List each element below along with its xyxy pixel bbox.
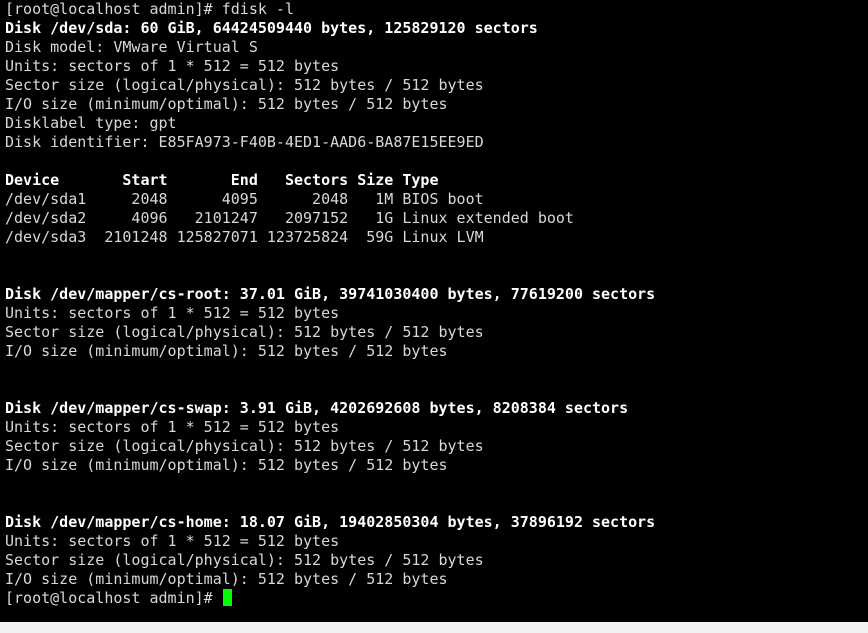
terminal-output: [root@localhost admin]# fdisk -l Disk /de… bbox=[0, 0, 868, 589]
terminal-window[interactable]: [root@localhost admin]# fdisk -l Disk /de… bbox=[0, 0, 868, 622]
output-line: /dev/sda2 4096 2101247 2097152 1G Linux … bbox=[5, 209, 574, 227]
output-line: Units: sectors of 1 * 512 = 512 bytes bbox=[5, 532, 340, 550]
output-line: Disk model: VMware Virtual S bbox=[5, 38, 258, 56]
output-line: Disk /dev/sda: 60 GiB, 64424509440 bytes… bbox=[5, 19, 538, 37]
output-line: Sector size (logical/physical): 512 byte… bbox=[5, 437, 484, 455]
output-line: /dev/sda3 2101248 125827071 123725824 59… bbox=[5, 228, 484, 246]
output-line: [root@localhost admin]# fdisk -l bbox=[5, 0, 294, 18]
output-line: Disk /dev/mapper/cs-home: 18.07 GiB, 194… bbox=[5, 513, 656, 531]
output-line: Disklabel type: gpt bbox=[5, 114, 177, 132]
output-line: Sector size (logical/physical): 512 byte… bbox=[5, 323, 484, 341]
output-line: Disk /dev/mapper/cs-swap: 3.91 GiB, 4202… bbox=[5, 399, 629, 417]
output-line: Sector size (logical/physical): 512 byte… bbox=[5, 76, 484, 94]
text-cursor bbox=[222, 589, 232, 606]
output-line: Units: sectors of 1 * 512 = 512 bytes bbox=[5, 304, 340, 322]
output-line: I/O size (minimum/optimal): 512 bytes / … bbox=[5, 342, 448, 360]
output-line: Disk /dev/mapper/cs-root: 37.01 GiB, 397… bbox=[5, 285, 656, 303]
output-line: Units: sectors of 1 * 512 = 512 bytes bbox=[5, 418, 340, 436]
output-line: Device Start End Sectors Size Type bbox=[5, 171, 439, 189]
status-bar bbox=[0, 622, 868, 633]
output-line: Sector size (logical/physical): 512 byte… bbox=[5, 551, 484, 569]
output-line: I/O size (minimum/optimal): 512 bytes / … bbox=[5, 456, 448, 474]
output-line: I/O size (minimum/optimal): 512 bytes / … bbox=[5, 570, 448, 588]
output-line: /dev/sda1 2048 4095 2048 1M BIOS boot bbox=[5, 190, 484, 208]
output-line: Disk identifier: E85FA973-F40B-4ED1-AAD6… bbox=[5, 133, 484, 151]
output-line: Units: sectors of 1 * 512 = 512 bytes bbox=[5, 57, 340, 75]
output-line: I/O size (minimum/optimal): 512 bytes / … bbox=[5, 95, 448, 113]
prompt-line[interactable]: [root@localhost admin]# bbox=[0, 589, 868, 608]
shell-prompt: [root@localhost admin]# bbox=[5, 589, 222, 607]
